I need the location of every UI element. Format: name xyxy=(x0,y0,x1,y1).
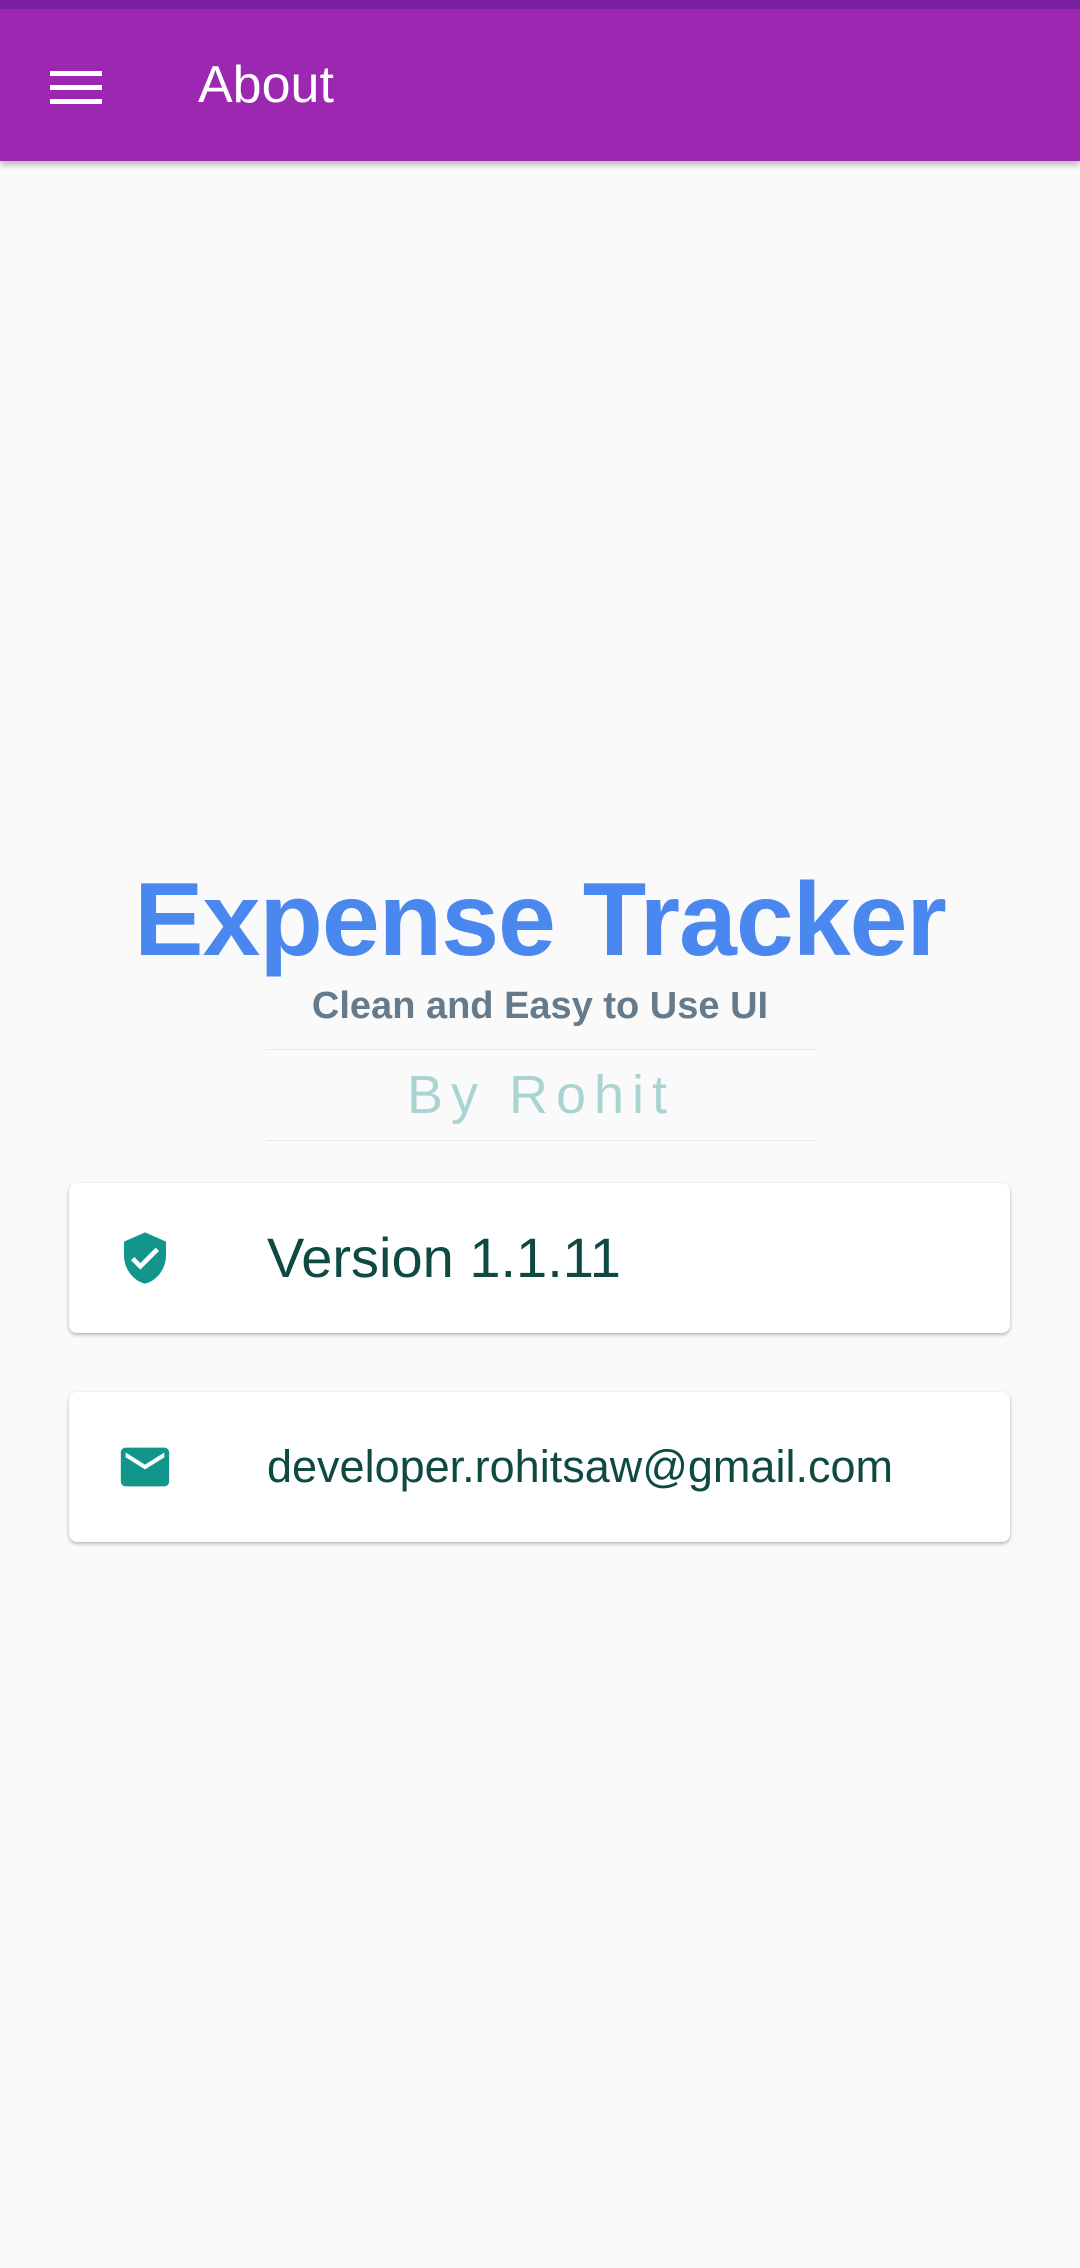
status-bar xyxy=(0,0,1080,9)
hamburger-menu-icon xyxy=(50,71,102,104)
verified-shield-icon xyxy=(115,1228,175,1288)
page-title: About xyxy=(198,56,334,114)
version-text: Version 1.1.11 xyxy=(267,1226,621,1289)
app-tagline: Clean and Easy to Use UI xyxy=(311,985,769,1027)
author-credit: By Rohit xyxy=(406,1065,676,1125)
email-icon xyxy=(115,1437,175,1497)
menu-button[interactable] xyxy=(32,43,122,133)
version-card[interactable]: Version 1.1.11 xyxy=(69,1183,1010,1333)
about-hero: Expense Tracker Clean and Easy to Use UI xyxy=(0,860,1080,1030)
app-name: Expense Tracker xyxy=(134,862,947,978)
app-bar: About xyxy=(0,9,1080,161)
email-card[interactable]: developer.rohitsaw@gmail.com xyxy=(69,1392,1010,1542)
author-box: By Rohit xyxy=(266,1049,816,1141)
email-text[interactable]: developer.rohitsaw@gmail.com xyxy=(267,1438,893,1496)
